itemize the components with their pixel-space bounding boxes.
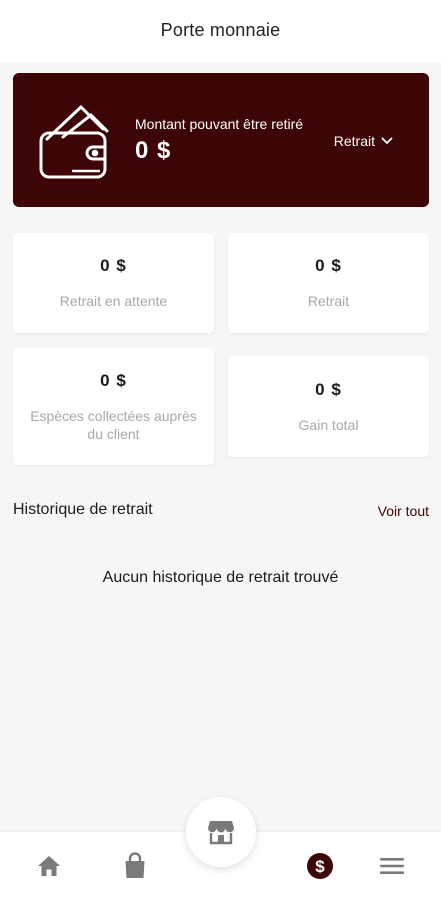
stat-amount: 0 $ — [315, 256, 342, 275]
stat-amount: 0 $ — [315, 379, 342, 399]
shopping-bag-icon — [125, 852, 145, 878]
nav-wallet[interactable]: $ — [290, 832, 350, 900]
nav-menu[interactable] — [362, 832, 422, 900]
stat-total-earnings: 0 $ Gain total — [228, 356, 429, 457]
withdraw-dropdown-label: Retrait — [333, 133, 375, 149]
dollar-coin-icon: $ — [307, 853, 333, 879]
stat-label: Gain total — [298, 416, 359, 433]
nav-home[interactable] — [19, 832, 79, 900]
stat-amount: 0 $ — [100, 256, 127, 275]
nav-store-button[interactable] — [186, 797, 256, 867]
withdrawable-label: Montant pouvant être retiré — [135, 116, 304, 132]
withdraw-dropdown[interactable]: Retrait — [334, 133, 393, 149]
nav-orders[interactable] — [105, 832, 165, 900]
svg-text:$: $ — [315, 857, 325, 876]
stat-label: Retrait — [307, 293, 350, 309]
app-header: Porte monnaie — [0, 0, 441, 62]
stat-pending-withdrawal: 0 $ Retrait en attente — [13, 233, 214, 333]
withdrawable-amount: 0 $ — [135, 137, 172, 164]
balance-card: Montant pouvant être retiré 0 $ Retrait — [13, 73, 429, 207]
stat-label: Espèces collectées auprès du client — [30, 407, 197, 442]
stat-label: Retrait en attente — [59, 293, 168, 309]
wallet-icon — [39, 105, 109, 179]
store-icon — [208, 821, 234, 845]
see-all-link[interactable]: Voir tout — [378, 503, 429, 519]
stat-amount: 0 $ — [100, 370, 127, 390]
chevron-down-icon — [381, 137, 393, 144]
stat-cash-collected: 0 $ Espèces collectées auprès du client — [13, 348, 214, 465]
menu-icon — [380, 858, 404, 874]
page-title: Porte monnaie — [160, 19, 281, 40]
history-title: Historique de retrait — [13, 501, 153, 518]
stat-withdrawal: 0 $ Retrait — [228, 233, 429, 333]
home-icon — [38, 856, 60, 876]
empty-history-message: Aucun historique de retrait trouvé — [102, 569, 339, 586]
